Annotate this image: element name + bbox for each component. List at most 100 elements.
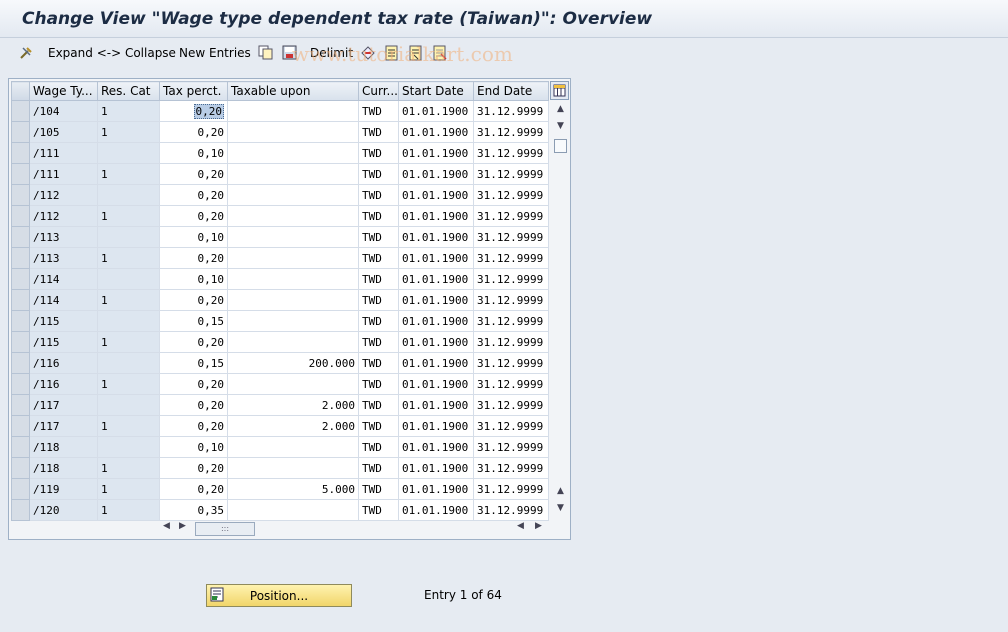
column-header-currency[interactable]: Curr... — [358, 81, 399, 101]
row-selector[interactable] — [11, 163, 30, 185]
cell-taxable-upon[interactable] — [227, 226, 359, 248]
row-selector[interactable] — [11, 331, 30, 353]
column-header-wage-type[interactable]: Wage Ty... — [29, 81, 98, 101]
row-selector[interactable] — [11, 100, 30, 122]
cell-start-date[interactable]: 01.01.1900 — [398, 310, 474, 332]
column-header-start-date[interactable]: Start Date — [398, 81, 474, 101]
row-selector[interactable] — [11, 268, 30, 290]
row-selector[interactable] — [11, 184, 30, 206]
row-selector[interactable] — [11, 226, 30, 248]
row-selector[interactable] — [11, 478, 30, 500]
cell-taxable-upon[interactable] — [227, 373, 359, 395]
cell-tax-perct[interactable]: 0,20 — [159, 184, 228, 206]
cell-currency[interactable]: TWD — [358, 121, 399, 143]
cell-currency[interactable]: TWD — [358, 373, 399, 395]
cell-taxable-upon[interactable] — [227, 163, 359, 185]
cell-taxable-upon[interactable] — [227, 268, 359, 290]
cell-tax-perct[interactable]: 0,20 — [159, 289, 228, 311]
cell-end-date[interactable]: 31.12.9999 — [473, 394, 549, 416]
cell-tax-perct[interactable]: 0,20 — [159, 478, 228, 500]
row-selector[interactable] — [11, 247, 30, 269]
cell-tax-perct[interactable]: 0,20 — [159, 205, 228, 227]
cell-end-date[interactable]: 31.12.9999 — [473, 499, 549, 521]
cell-tax-perct[interactable]: 0,15 — [159, 310, 228, 332]
cell-end-date[interactable]: 31.12.9999 — [473, 226, 549, 248]
cell-start-date[interactable]: 01.01.1900 — [398, 415, 474, 437]
cell-currency[interactable]: TWD — [358, 226, 399, 248]
cell-start-date[interactable]: 01.01.1900 — [398, 352, 474, 374]
select-block-icon[interactable] — [408, 43, 424, 63]
scroll-right-end-icon[interactable]: ▶ — [535, 521, 542, 531]
cell-start-date[interactable]: 01.01.1900 — [398, 121, 474, 143]
cell-start-date[interactable]: 01.01.1900 — [398, 499, 474, 521]
new-entries-button[interactable]: New Entries — [179, 43, 251, 63]
cell-currency[interactable]: TWD — [358, 247, 399, 269]
cell-tax-perct[interactable]: 0,15 — [159, 352, 228, 374]
cell-currency[interactable]: TWD — [358, 100, 399, 122]
cell-currency[interactable]: TWD — [358, 163, 399, 185]
cell-currency[interactable]: TWD — [358, 142, 399, 164]
cell-end-date[interactable]: 31.12.9999 — [473, 268, 549, 290]
cell-currency[interactable]: TWD — [358, 478, 399, 500]
cell-currency[interactable]: TWD — [358, 331, 399, 353]
row-selector[interactable] — [11, 352, 30, 374]
row-selector[interactable] — [11, 499, 30, 521]
cell-currency[interactable]: TWD — [358, 184, 399, 206]
cell-taxable-upon[interactable]: 200.000 — [227, 352, 359, 374]
cell-currency[interactable]: TWD — [358, 205, 399, 227]
cell-start-date[interactable]: 01.01.1900 — [398, 268, 474, 290]
page-down-icon[interactable]: ▼ — [552, 118, 569, 134]
horizontal-scroll-thumb[interactable]: ::: — [195, 522, 255, 536]
cell-taxable-upon[interactable] — [227, 436, 359, 458]
column-header-res-cat[interactable]: Res. Cat — [97, 81, 160, 101]
cell-start-date[interactable]: 01.01.1900 — [398, 142, 474, 164]
cell-taxable-upon[interactable] — [227, 100, 359, 122]
delimit-button[interactable]: Delimit — [310, 43, 353, 63]
cell-tax-perct[interactable]: 0,20 — [159, 247, 228, 269]
cell-start-date[interactable]: 01.01.1900 — [398, 205, 474, 227]
cell-taxable-upon[interactable] — [227, 247, 359, 269]
column-header-tax-perct[interactable]: Tax perct. — [159, 81, 228, 101]
cell-currency[interactable]: TWD — [358, 415, 399, 437]
cell-currency[interactable]: TWD — [358, 499, 399, 521]
cell-end-date[interactable]: 31.12.9999 — [473, 100, 549, 122]
cell-tax-perct[interactable]: 0,20 — [159, 394, 228, 416]
cell-end-date[interactable]: 31.12.9999 — [473, 121, 549, 143]
cell-start-date[interactable]: 01.01.1900 — [398, 184, 474, 206]
cell-end-date[interactable]: 31.12.9999 — [473, 247, 549, 269]
cell-tax-perct[interactable]: 0,20 — [159, 163, 228, 185]
cell-taxable-upon[interactable]: 5.000 — [227, 478, 359, 500]
cell-taxable-upon[interactable] — [227, 184, 359, 206]
cell-end-date[interactable]: 31.12.9999 — [473, 163, 549, 185]
cell-tax-perct[interactable]: 0,10 — [159, 268, 228, 290]
cell-end-date[interactable]: 31.12.9999 — [473, 373, 549, 395]
column-header-end-date[interactable]: End Date — [473, 81, 549, 101]
cell-start-date[interactable]: 01.01.1900 — [398, 226, 474, 248]
deselect-all-icon[interactable] — [432, 43, 448, 63]
cell-end-date[interactable]: 31.12.9999 — [473, 457, 549, 479]
cell-taxable-upon[interactable] — [227, 289, 359, 311]
cell-start-date[interactable]: 01.01.1900 — [398, 289, 474, 311]
cell-currency[interactable]: TWD — [358, 310, 399, 332]
cell-taxable-upon[interactable] — [227, 310, 359, 332]
cell-tax-perct[interactable]: 0,10 — [159, 142, 228, 164]
cell-currency[interactable]: TWD — [358, 457, 399, 479]
cell-end-date[interactable]: 31.12.9999 — [473, 310, 549, 332]
horizontal-scrollbar[interactable]: ◀ ▶ ::: ◀ ▶ — [159, 521, 549, 536]
copy-icon[interactable] — [258, 43, 274, 63]
scroll-thumb[interactable] — [554, 139, 567, 153]
vertical-scrollbar[interactable]: ▲ ▼ ▲ ▼ — [552, 101, 569, 515]
cell-tax-perct[interactable]: 0,35 — [159, 499, 228, 521]
scroll-up-bottom-icon[interactable]: ▲ — [552, 483, 569, 499]
cell-end-date[interactable]: 31.12.9999 — [473, 289, 549, 311]
cell-taxable-upon[interactable] — [227, 205, 359, 227]
expand-collapse-button[interactable]: Expand <-> Collapse — [48, 43, 176, 63]
undo-icon[interactable] — [360, 43, 376, 63]
cell-currency[interactable]: TWD — [358, 289, 399, 311]
row-selector[interactable] — [11, 310, 30, 332]
cell-start-date[interactable]: 01.01.1900 — [398, 163, 474, 185]
cell-taxable-upon[interactable] — [227, 457, 359, 479]
cell-start-date[interactable]: 01.01.1900 — [398, 436, 474, 458]
cell-start-date[interactable]: 01.01.1900 — [398, 394, 474, 416]
cell-end-date[interactable]: 31.12.9999 — [473, 415, 549, 437]
